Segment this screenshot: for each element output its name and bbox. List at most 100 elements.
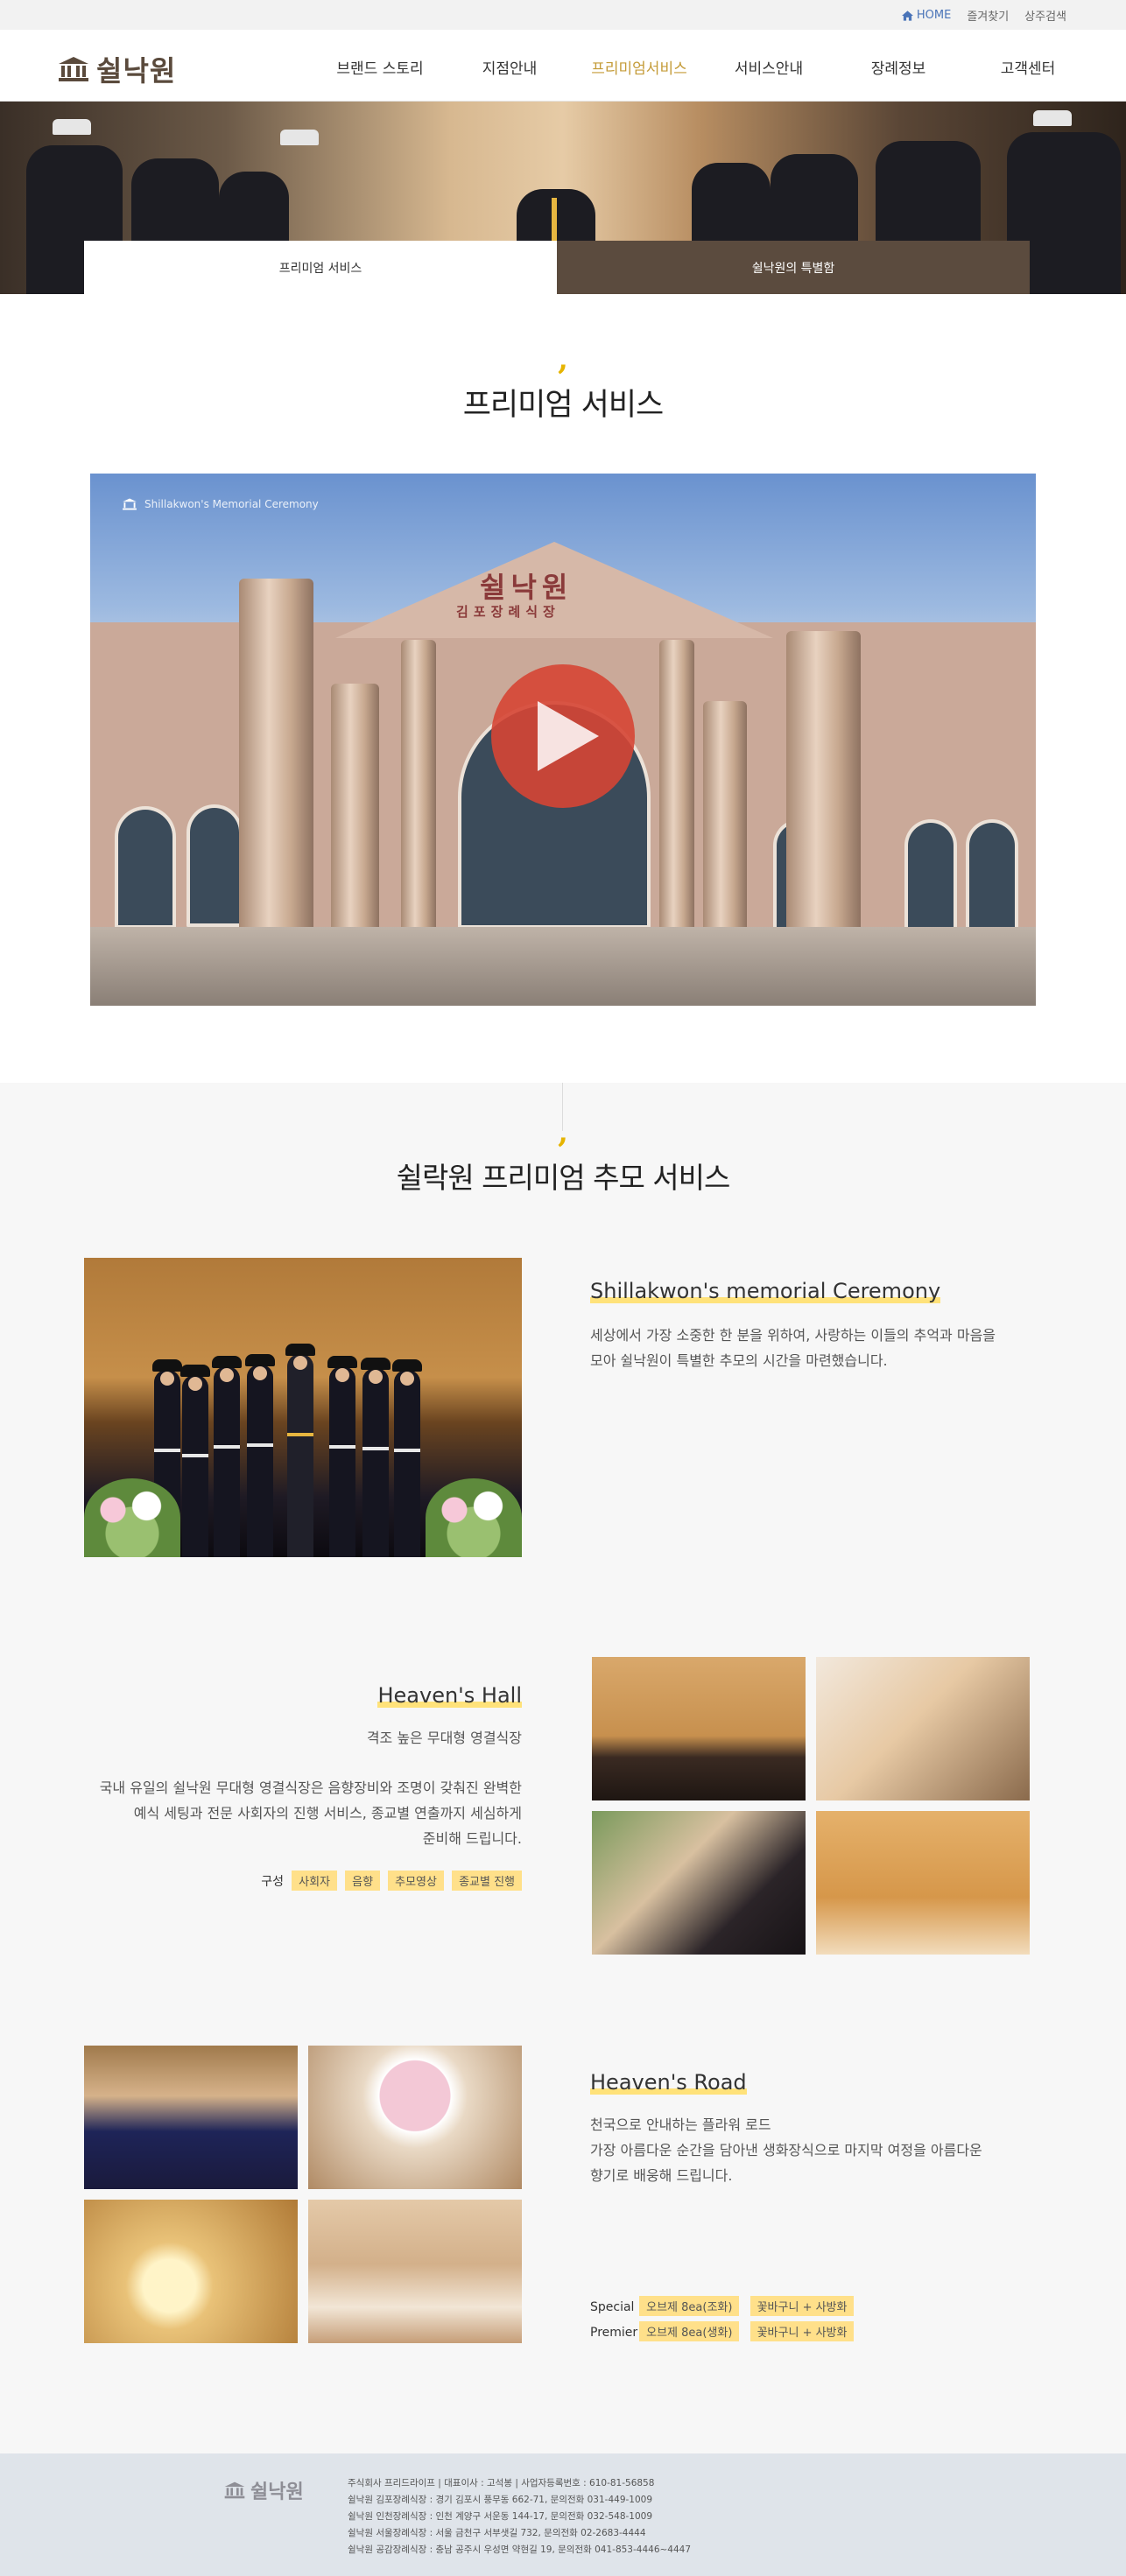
guard-figure	[327, 1356, 357, 1557]
road-photo	[308, 2046, 522, 2189]
tab-premium-service[interactable]: 프리미엄 서비스	[84, 241, 557, 294]
home-link[interactable]: HOME	[901, 7, 952, 24]
road-photo	[84, 2200, 298, 2343]
building-window	[966, 819, 1018, 933]
guard-figure	[212, 1356, 242, 1557]
utility-links: HOME 즐겨찾기 상주검색	[901, 7, 1066, 24]
hero-uniform-stripe	[552, 198, 557, 242]
guard-figure	[392, 1359, 422, 1557]
hall-photo	[592, 1811, 806, 1955]
hall-tags: 구성 사회자 음향 추모영상 종교별 진행	[67, 1871, 522, 1891]
footer-branch-line: 쉴낙원 서울장례식장 : 서울 금천구 서부샛길 732, 문의전화 02-26…	[348, 2528, 646, 2538]
hall-text: Heaven's Hall 격조 높은 무대형 영결식장 국내 유일의 쉴낙원 …	[67, 1683, 522, 1891]
video-watermark: Shillakwon's Memorial Ceremony	[120, 498, 319, 510]
road-desc-line: 천국으로 안내하는 플라워 로드	[590, 2116, 771, 2133]
hero-banner: 프리미엄 서비스 쉴낙원의 특별함	[0, 102, 1126, 294]
guard-figure	[245, 1354, 275, 1557]
nav-service-info[interactable]: 서비스안내	[704, 56, 834, 78]
hall-photo	[816, 1657, 1030, 1800]
tag-emcee: 사회자	[292, 1871, 338, 1891]
hall-photo	[816, 1811, 1030, 1955]
package-special-label: Special	[590, 2300, 635, 2314]
video-watermark-text: Shillakwon's Memorial Ceremony	[144, 498, 319, 510]
brand-name: 쉴낙원	[96, 54, 177, 88]
site-footer: 쉴낙원 주식회사 프리드라이프 | 대표이사 : 고석봉 | 사업자등록번호 :…	[0, 2453, 1126, 2576]
mourner-search-link[interactable]: 상주검색	[1024, 7, 1066, 24]
tag-special-basket: 꽃바구니 + 사방화	[749, 2296, 855, 2316]
hall-desc-line: 예식 세팅과 전문 사회자의 진행 서비스, 종교별 연출까지 세심하게	[133, 1805, 522, 1821]
play-button[interactable]	[491, 664, 635, 808]
building-window	[904, 819, 957, 933]
hall-desc-line: 국내 유일의 쉴낙원 무대형 영결식장은 음향장비와 조명이 갖춰진 완벽한	[99, 1779, 522, 1796]
home-icon	[901, 10, 913, 21]
nav-customer-center[interactable]: 고객센터	[963, 56, 1093, 78]
sub-tabs: 프리미엄 서비스 쉴낙원의 특별함	[84, 241, 1030, 294]
memorial-service-section: , 쉴락원 프리미엄 추모 서비스 Shillakwon's memorial …	[0, 1083, 1126, 2453]
road-photo	[84, 2046, 298, 2189]
ceremony-desc-line: 모아 쉴낙원이 특별한 추모의 시간을 마련했습니다.	[590, 1352, 888, 1369]
road-text: Heaven's Road 천국으로 안내하는 플라워 로드 가장 아름다운 순…	[590, 2070, 1030, 2188]
footer-logo: 쉴낙원	[224, 2476, 304, 2504]
building-logo-icon	[59, 57, 88, 81]
promo-video[interactable]: Shillakwon's Memorial Ceremony 쉴낙원 김포장례식…	[90, 474, 1036, 1006]
road-packages: Special 오브제 8ea(조화) 꽃바구니 + 사방화 Premier 오…	[590, 2296, 855, 2341]
road-desc: 천국으로 안내하는 플라워 로드 가장 아름다운 순간을 담아낸 생화장식으로 …	[590, 2112, 1030, 2188]
brand-logo[interactable]: 쉴낙원	[58, 49, 176, 89]
footer-info: 주식회사 프리드라이프 | 대표이사 : 고석봉 | 사업자등록번호 : 610…	[348, 2475, 691, 2558]
site-header: 쉴낙원 브랜드 스토리 지점안내 프리미엄서비스 서비스안내 장례정보 고객센터	[0, 30, 1126, 102]
section-heading: , 프리미엄 서비스	[0, 345, 1126, 425]
building-window	[115, 806, 176, 929]
road-desc-line: 향기로 배웅해 드립니다.	[590, 2167, 733, 2184]
footer-branch-line: 쉴낙원 공감장례식장 : 충남 공주시 우성면 약현길 19, 문의전화 041…	[348, 2544, 692, 2555]
guard-figure	[361, 1358, 391, 1557]
comma-mark: ,	[558, 1115, 568, 1150]
tag-special-object: 오브제 8ea(조화)	[639, 2296, 740, 2316]
play-icon	[538, 701, 599, 771]
nav-premium-service[interactable]: 프리미엄서비스	[574, 56, 704, 78]
footer-company-line: 주식회사 프리드라이프 | 대표이사 : 고석봉 | 사업자등록번호 : 610…	[348, 2478, 655, 2488]
heavens-road-block: Heaven's Road 천국으로 안내하는 플라워 로드 가장 아름다운 순…	[84, 2046, 1030, 2343]
home-label: HOME	[916, 9, 952, 22]
hall-tags-label: 구성	[261, 1875, 285, 1889]
footer-brand-name: 쉴낙원	[250, 2481, 304, 2503]
building-column	[659, 640, 694, 955]
ceremony-desc: 세상에서 가장 소중한 한 분을 위하여, 사랑하는 이들의 추억과 마음을 모…	[590, 1323, 996, 1373]
package-premier: Premier 오브제 8ea(생화) 꽃바구니 + 사방화	[590, 2321, 855, 2341]
footer-branch-line: 쉴낙원 인천장례식장 : 인천 계양구 서운동 144-17, 문의전화 032…	[348, 2511, 653, 2522]
hero-cap	[280, 130, 319, 145]
package-special: Special 오브제 8ea(조화) 꽃바구니 + 사방화	[590, 2296, 855, 2316]
utility-bar: HOME 즐겨찾기 상주검색	[0, 0, 1126, 30]
tag-religion: 종교별 진행	[452, 1871, 522, 1891]
footer-branch-line: 쉴낙원 김포장례식장 : 경기 김포시 풍무동 662-71, 문의전화 031…	[348, 2495, 653, 2505]
page-title: 프리미엄 서비스	[462, 388, 665, 423]
road-title: Heaven's Road	[590, 2070, 747, 2095]
hero-cap	[1033, 110, 1072, 126]
tag-sound: 음향	[345, 1871, 381, 1891]
package-premier-label: Premier	[590, 2326, 638, 2340]
ceremony-desc-line: 세상에서 가장 소중한 한 분을 위하여, 사랑하는 이들의 추억과 마음을	[590, 1327, 996, 1344]
building-sign: 쉴낙원	[480, 571, 574, 604]
heavens-hall-block: Heaven's Hall 격조 높은 무대형 영결식장 국내 유일의 쉴낙원 …	[84, 1657, 1030, 1955]
hall-subtitle: 격조 높은 무대형 영결식장	[366, 1730, 522, 1746]
hall-desc-line: 준비해 드립니다.	[422, 1830, 522, 1847]
road-desc-line: 가장 아름다운 순간을 담아낸 생화장식으로 마지막 여정을 아름다운	[590, 2142, 982, 2158]
building-column	[239, 579, 313, 981]
guard-figure	[180, 1365, 210, 1557]
tab-special[interactable]: 쉴낙원의 특별함	[557, 241, 1030, 294]
ceremony-block: Shillakwon's memorial Ceremony 세상에서 가장 소…	[84, 1258, 1030, 1557]
ceremony-title: Shillakwon's memorial Ceremony	[590, 1279, 941, 1303]
tag-memorial-video: 추모영상	[388, 1871, 444, 1891]
nav-branches[interactable]: 지점안내	[445, 56, 574, 78]
ceremony-photo	[84, 1258, 522, 1557]
hall-desc: 국내 유일의 쉴낙원 무대형 영결식장은 음향장비와 조명이 갖춰진 완벽한 예…	[67, 1775, 522, 1851]
hero-cap	[53, 119, 91, 135]
hall-title: Heaven's Hall	[377, 1683, 522, 1708]
hall-photo	[592, 1657, 806, 1800]
nav-funeral-info[interactable]: 장례정보	[834, 56, 963, 78]
favorites-link[interactable]: 즐겨찾기	[967, 7, 1009, 24]
ceremony-text: Shillakwon's memorial Ceremony 세상에서 가장 소…	[590, 1279, 996, 1373]
tag-premier-basket: 꽃바구니 + 사방화	[749, 2321, 855, 2341]
tag-premier-object: 오브제 8ea(생화)	[639, 2321, 740, 2341]
section-heading: , 쉴락원 프리미엄 추모 서비스	[0, 1083, 1126, 1197]
nav-brand-story[interactable]: 브랜드 스토리	[315, 56, 445, 78]
